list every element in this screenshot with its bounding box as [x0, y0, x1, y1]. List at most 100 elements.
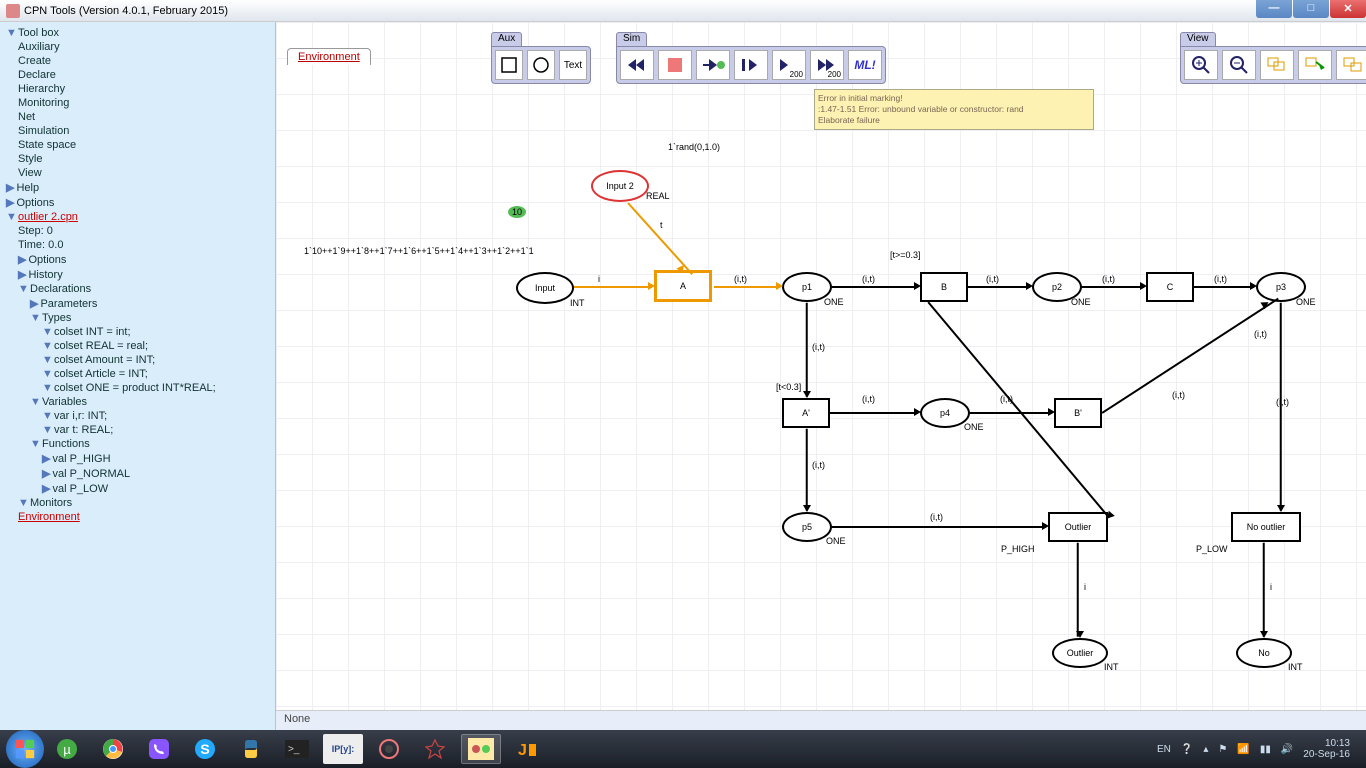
taskbar-python-icon[interactable]	[231, 734, 271, 764]
arc-label[interactable]: (i,t)	[812, 342, 825, 352]
arc-label[interactable]: i	[1270, 582, 1272, 592]
tray-chevron-icon[interactable]: ▴	[1203, 744, 1208, 755]
arc-label[interactable]: (i,t)	[1172, 390, 1185, 400]
aux-ellipse-button[interactable]	[527, 50, 555, 80]
aux-rect-button[interactable]	[495, 50, 523, 80]
help-root[interactable]: Help	[16, 182, 39, 194]
toolbox-item[interactable]: Hierarchy	[18, 83, 65, 95]
sim-tab[interactable]: Sim	[616, 32, 647, 46]
taskbar-cpntools-icon[interactable]	[461, 734, 501, 764]
toolbox-item[interactable]: Auxiliary	[18, 41, 60, 53]
close-button[interactable]: ✕	[1330, 0, 1366, 18]
toolbox-item[interactable]: Net	[18, 111, 35, 123]
types[interactable]: Types	[42, 312, 71, 324]
rewind-button[interactable]	[620, 50, 654, 80]
arc-label[interactable]: i	[1084, 582, 1086, 592]
toolbox-root[interactable]: Tool box	[18, 27, 59, 39]
aux-tab[interactable]: Aux	[491, 32, 522, 46]
taskbar-chrome-icon[interactable]	[93, 734, 133, 764]
battery-icon[interactable]: ▮▮	[1260, 744, 1271, 755]
func-item[interactable]: val P_LOW	[52, 483, 108, 495]
arc-label[interactable]: (i,t)	[1214, 274, 1227, 284]
volume-icon[interactable]: 🔊	[1281, 744, 1293, 755]
model-root[interactable]: outlier 2.cpn	[18, 211, 78, 223]
fast-forward-all-button[interactable]: 200	[810, 50, 844, 80]
zoom-in-button[interactable]	[1184, 50, 1218, 80]
sim-toolbox[interactable]: Sim 200 200 ML!	[616, 46, 886, 84]
func-item[interactable]: val P_NORMAL	[52, 468, 130, 480]
arc-label[interactable]: (i,t)	[930, 512, 943, 522]
view-tab[interactable]: View	[1180, 32, 1216, 46]
transition-b[interactable]: B	[920, 272, 968, 302]
taskbar-viber-icon[interactable]	[139, 734, 179, 764]
fast-forward-button[interactable]: 200	[772, 50, 806, 80]
help-icon[interactable]: ❔	[1181, 744, 1193, 755]
taskbar-skype-icon[interactable]: S	[185, 734, 225, 764]
type-item[interactable]: colset REAL = real;	[54, 340, 148, 352]
place-input[interactable]: Input	[516, 272, 574, 304]
place-no[interactable]: No	[1236, 638, 1292, 668]
type-item[interactable]: colset ONE = product INT*REAL;	[54, 382, 216, 394]
var-item[interactable]: var t: REAL;	[54, 424, 113, 436]
monitors[interactable]: Monitors	[30, 497, 72, 509]
type-item[interactable]: colset INT = int;	[54, 326, 131, 338]
play-button[interactable]	[734, 50, 768, 80]
arc-label[interactable]: i	[598, 274, 600, 284]
step-button[interactable]	[696, 50, 730, 80]
transition-nooutlier[interactable]: No outlier	[1231, 512, 1301, 542]
toolbox-item[interactable]: Simulation	[18, 125, 69, 137]
taskbar-app-icon-3[interactable]: J	[507, 734, 547, 764]
place-outlier[interactable]: Outlier	[1052, 638, 1108, 668]
arc-label[interactable]: (i,t)	[1276, 397, 1289, 407]
transition-c[interactable]: C	[1146, 272, 1194, 302]
lang-indicator[interactable]: EN	[1157, 744, 1171, 755]
aux-text-button[interactable]: Text	[559, 50, 587, 80]
clock[interactable]: 10:13 20-Sep-16	[1303, 738, 1350, 760]
taskbar[interactable]: µ S >_ IP[y]: J EN ❔ ▴ ⚑ 📶 ▮▮ 🔊 10:13 20…	[0, 730, 1366, 768]
start-button[interactable]	[6, 730, 44, 768]
initial-marking-1[interactable]: 1`10++1`9++1`8++1`7++1`6++1`5++1`4++1`3+…	[304, 246, 534, 256]
view-button-5[interactable]	[1336, 50, 1366, 80]
arc-label[interactable]: (i,t)	[1102, 274, 1115, 284]
view-button-3[interactable]	[1260, 50, 1294, 80]
arc-label[interactable]: (i,t)	[862, 274, 875, 284]
toolbox-item[interactable]: State space	[18, 139, 76, 151]
parameters[interactable]: Parameters	[40, 298, 97, 310]
transition-bprime[interactable]: B'	[1054, 398, 1102, 428]
system-tray[interactable]: EN ❔ ▴ ⚑ 📶 ▮▮ 🔊 10:13 20-Sep-16	[1157, 738, 1360, 760]
place-p4[interactable]: p4	[920, 398, 970, 428]
taskbar-ipython-icon[interactable]: IP[y]:	[323, 734, 363, 764]
zoom-out-button[interactable]	[1222, 50, 1256, 80]
title-bar[interactable]: CPN Tools (Version 4.0.1, February 2015)…	[0, 0, 1366, 22]
arc-label[interactable]: (i,t)	[986, 274, 999, 284]
ml-button[interactable]: ML!	[848, 50, 882, 80]
maximize-button[interactable]: □	[1293, 0, 1329, 18]
taskbar-app-icon[interactable]	[369, 734, 409, 764]
arc-label[interactable]: (i,t)	[734, 274, 747, 284]
guard[interactable]: [t<0.3]	[776, 382, 801, 392]
toolbox-item[interactable]: View	[18, 167, 42, 179]
func-item[interactable]: val P_HIGH	[52, 453, 110, 465]
toolbox-item[interactable]: Monitoring	[18, 97, 69, 109]
var-item[interactable]: var i,r: INT;	[54, 410, 107, 422]
place-p5[interactable]: p5	[782, 512, 832, 542]
action-center-icon[interactable]: ⚑	[1218, 744, 1227, 755]
environment-tree[interactable]: Environment	[18, 511, 80, 523]
options-root[interactable]: Options	[16, 197, 54, 209]
transition-aprime[interactable]: A'	[782, 398, 830, 428]
annotation[interactable]: P_HIGH	[1001, 544, 1035, 554]
history[interactable]: History	[28, 269, 62, 281]
arc-label[interactable]: (i,t)	[1254, 329, 1267, 339]
annotation[interactable]: P_LOW	[1196, 544, 1228, 554]
transition-outlier[interactable]: Outlier	[1048, 512, 1108, 542]
variables[interactable]: Variables	[42, 396, 87, 408]
stop-button[interactable]	[658, 50, 692, 80]
type-item[interactable]: colset Amount = INT;	[54, 354, 155, 366]
toolbox-item[interactable]: Style	[18, 153, 42, 165]
initial-marking-2[interactable]: 1`rand(0,1.0)	[668, 142, 720, 152]
arc-label[interactable]: (i,t)	[812, 460, 825, 470]
guard[interactable]: [t>=0.3]	[890, 250, 921, 260]
arc-label[interactable]: (i,t)	[862, 394, 875, 404]
toolbox-item[interactable]: Create	[18, 55, 51, 67]
declarations[interactable]: Declarations	[30, 283, 91, 295]
